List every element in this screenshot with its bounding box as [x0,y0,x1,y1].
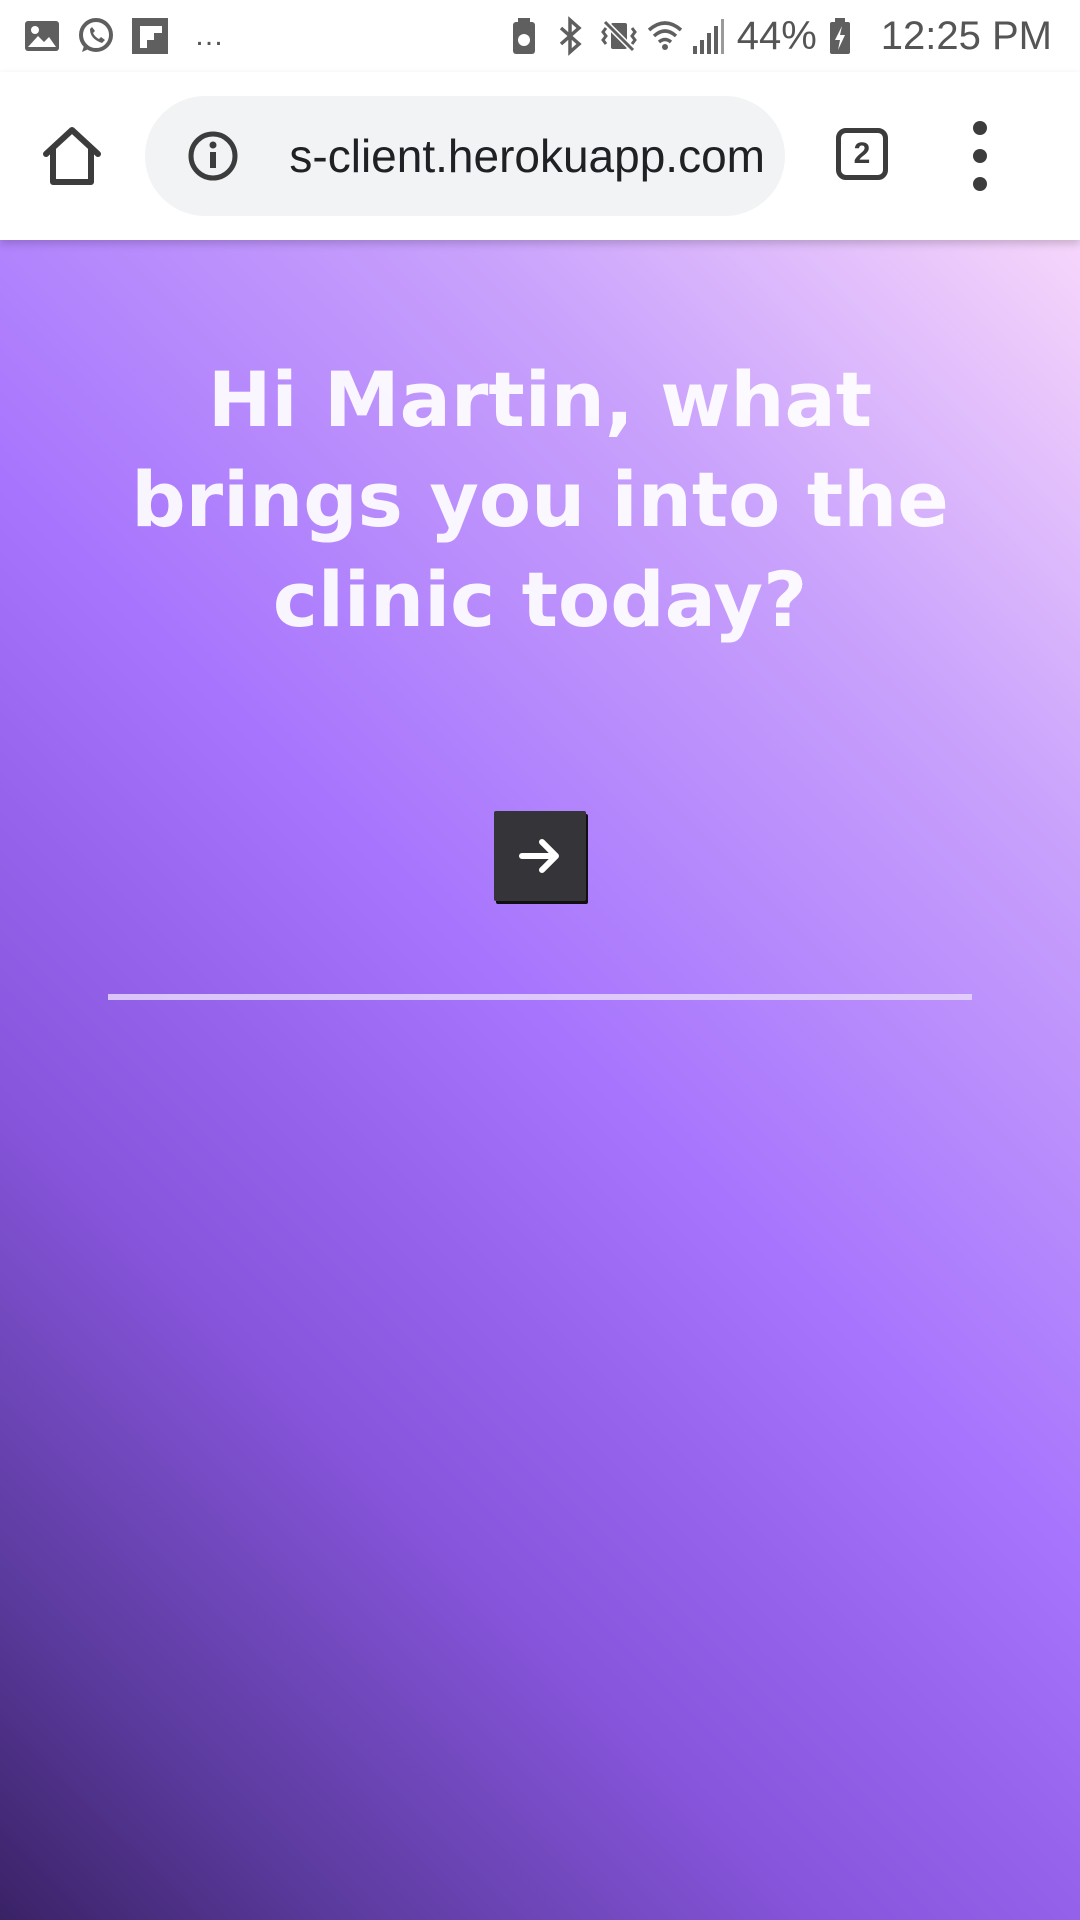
home-button[interactable] [38,122,106,190]
more-notifications-icon: … [194,19,226,52]
gallery-icon [22,16,62,56]
battery-percent: 44% [736,14,817,58]
phone-screen: … 44% 12:25 PM s-client.herokuapp.com 2 … [0,0,1080,1920]
whatsapp-icon [76,16,116,56]
clock: 12:25 PM [880,14,1052,58]
home-icon [43,127,101,185]
info-icon[interactable] [187,130,239,182]
more-vert-icon[interactable] [968,118,992,194]
address-bar[interactable]: s-client.herokuapp.com [145,96,785,216]
page-content: Hi Martin, what brings you into the clin… [0,240,1080,1920]
url-text[interactable]: s-client.herokuapp.com [265,96,765,216]
wifi-icon [645,16,682,56]
status-right: 44% 12:25 PM [507,12,1052,60]
status-bar: … 44% 12:25 PM [0,0,1080,72]
battery-saver-icon [507,16,541,56]
vibrate-mute-icon [599,16,637,56]
signal-icon [691,16,725,56]
next-button[interactable] [494,811,586,901]
battery-charging-icon [827,16,861,56]
tab-switcher-button[interactable]: 2 [836,128,888,180]
arrow-right-icon [519,839,559,873]
question-heading: Hi Martin, what brings you into the clin… [131,355,949,644]
browser-toolbar: s-client.herokuapp.com 2 [0,72,1080,240]
bluetooth-icon [553,16,587,56]
status-left: … [22,14,226,58]
flipboard-icon [130,16,170,56]
